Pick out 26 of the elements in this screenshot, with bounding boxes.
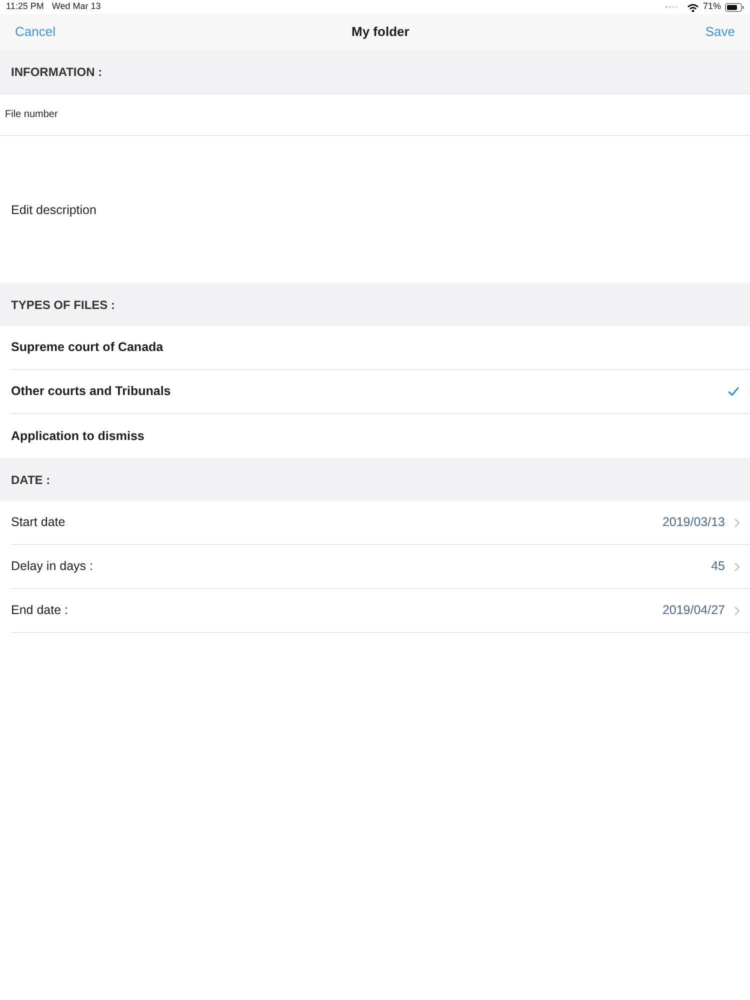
screen-title: My folder [352,24,410,40]
date-row[interactable]: End date : 2019/04/27 [11,589,750,633]
section-header: TYPES OF FILES : [0,283,750,326]
file-type-option[interactable]: Application to dismiss [11,414,750,458]
row-label: End date : [11,602,68,620]
status-time: 11:25 PM [6,0,44,14]
file-type-option[interactable]: Other courts and Tribunals [11,370,750,414]
chevron-icon [734,518,740,528]
chevron-icon [734,606,740,616]
file-type-option[interactable]: Supreme court of Canada [11,326,750,370]
file-number-field[interactable]: File number [0,93,750,136]
row-label: Start date [11,514,66,532]
chevron-icon [734,562,740,572]
section-header: DATE : [0,458,750,501]
row-value: 2019/04/27 [662,602,725,620]
battery-percent: 71% [702,0,721,14]
signal-icon [665,4,679,10]
row-label: Delay in days : [11,558,93,576]
section-header: INFORMATION : [0,50,750,93]
row-value: 2019/03/13 [662,514,725,532]
battery-icon [725,2,744,12]
date-row[interactable]: Delay in days : 45 [11,545,750,589]
date-row[interactable]: Start date 2019/03/13 [11,501,750,545]
wifi-icon [686,2,699,12]
row-value: 45 [711,558,725,576]
status-date: Wed Mar 13 [52,0,101,14]
